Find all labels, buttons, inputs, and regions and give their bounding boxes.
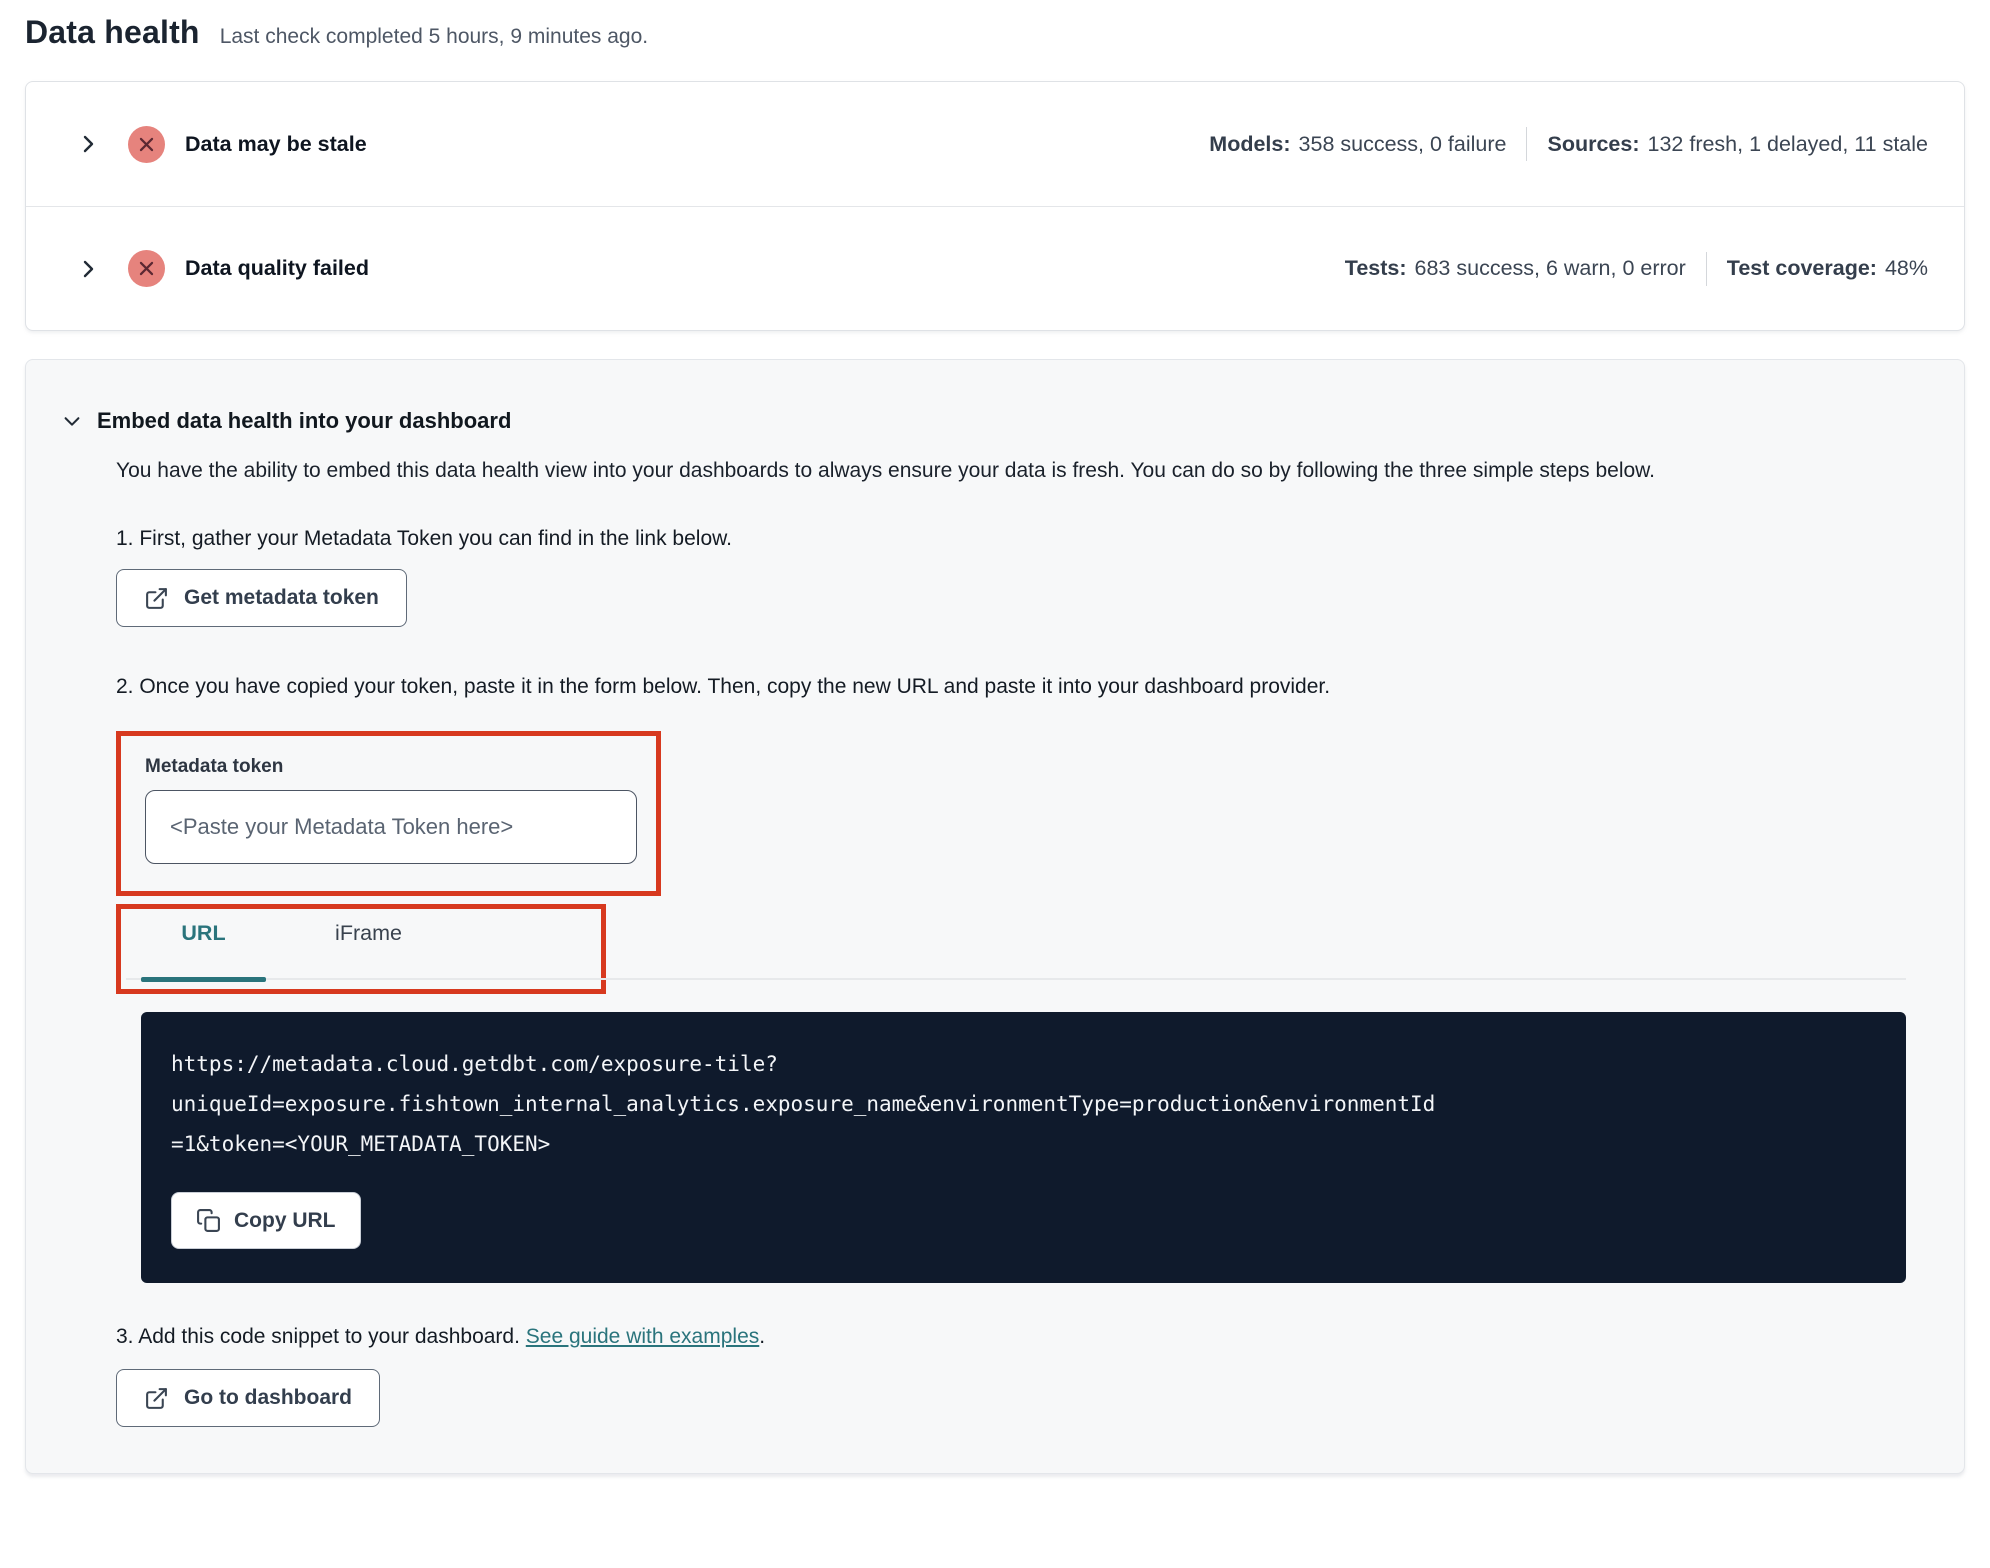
stat-value: 132 fresh, 1 delayed, 11 stale bbox=[1647, 131, 1929, 156]
go-to-dashboard-button[interactable]: Go to dashboard bbox=[116, 1369, 380, 1427]
status-card: Data may be stale Models: 358 success, 0 … bbox=[25, 81, 1965, 331]
stat-label: Test coverage: bbox=[1726, 256, 1877, 280]
status-row-stats: Models: 358 success, 0 failure Sources: 13… bbox=[1209, 127, 1928, 161]
error-x-icon bbox=[128, 250, 165, 287]
embed-url-line: =1&token=<YOUR_METADATA_TOKEN> bbox=[171, 1132, 551, 1156]
chevron-down-icon[interactable] bbox=[61, 410, 83, 432]
embed-url-text: https://metadata.cloud.getdbt.com/exposu… bbox=[171, 1044, 1876, 1164]
stat-label: Models: bbox=[1209, 131, 1291, 156]
error-x-icon bbox=[128, 125, 165, 163]
embed-section: Embed data health into your dashboard Yo… bbox=[25, 359, 1965, 1474]
test-coverage-stat: Test coverage: 48% bbox=[1727, 256, 1928, 281]
status-row-stale[interactable]: Data may be stale Models: 358 success, 0 … bbox=[26, 82, 1964, 206]
embed-url-code-block: https://metadata.cloud.getdbt.com/exposu… bbox=[141, 1012, 1906, 1283]
stat-value: 48% bbox=[1884, 256, 1928, 280]
external-link-icon bbox=[146, 1387, 167, 1409]
get-metadata-token-label: Get metadata token bbox=[184, 586, 379, 609]
step-3-suffix: . bbox=[759, 1325, 766, 1348]
embed-section-header[interactable]: Embed data health into your dashboard bbox=[61, 408, 1924, 434]
embed-url-line: https://metadata.cloud.getdbt.com/exposu… bbox=[171, 1052, 778, 1076]
active-tab-underline bbox=[141, 977, 266, 982]
external-link-icon bbox=[146, 587, 167, 609]
page-title: Data health bbox=[25, 14, 200, 50]
status-row-title: Data may be stale bbox=[185, 131, 367, 156]
stats-divider bbox=[1705, 251, 1707, 286]
embed-section-title: Embed data health into your dashboard bbox=[97, 408, 512, 433]
output-tabs: URL iFrame bbox=[116, 904, 1906, 994]
step-3-prefix: 3. Add this code snippet to your dashboa… bbox=[116, 1325, 526, 1348]
step-3-text: 3. Add this code snippet to your dashboa… bbox=[116, 1325, 1924, 1349]
copy-icon bbox=[197, 1209, 220, 1232]
status-row-quality[interactable]: Data quality failed Tests: 683 success, 6… bbox=[26, 206, 1964, 330]
chevron-right-icon[interactable] bbox=[76, 257, 100, 281]
step-2-text: 2. Once you have copied your token, past… bbox=[116, 675, 1331, 698]
guide-link[interactable]: See guide with examples bbox=[526, 1325, 759, 1348]
step-1-text: 1. First, gather your Metadata Token you… bbox=[116, 527, 732, 550]
tab-iframe[interactable]: iFrame bbox=[306, 921, 431, 946]
stat-label: Tests: bbox=[1344, 256, 1407, 280]
status-row-title: Data quality failed bbox=[185, 256, 369, 280]
embed-section-body: You have the ability to embed this data … bbox=[116, 450, 1924, 1427]
stat-value: 683 success, 6 warn, 0 error bbox=[1414, 256, 1686, 280]
data-health-page: Data health Last check completed 5 hours… bbox=[0, 0, 1990, 1474]
page-header: Data health Last check completed 5 hours… bbox=[25, 14, 1965, 51]
copy-url-label: Copy URL bbox=[234, 1208, 336, 1232]
chevron-right-icon[interactable] bbox=[76, 132, 100, 156]
sources-stat: Sources: 132 fresh, 1 delayed, 11 stale bbox=[1547, 132, 1928, 157]
tabs-divider-line bbox=[126, 978, 1906, 980]
stat-label: Sources: bbox=[1547, 131, 1640, 156]
tab-url[interactable]: URL bbox=[141, 921, 266, 946]
tests-stat: Tests: 683 success, 6 warn, 0 error bbox=[1345, 256, 1686, 281]
metadata-token-input[interactable] bbox=[145, 790, 637, 864]
models-stat: Models: 358 success, 0 failure bbox=[1209, 132, 1506, 157]
go-to-dashboard-label: Go to dashboard bbox=[184, 1386, 352, 1409]
annotation-box-token: Metadata token bbox=[116, 731, 661, 896]
last-check-status: Last check completed 5 hours, 9 minutes … bbox=[219, 25, 649, 48]
embed-description: You have the ability to embed this data … bbox=[116, 459, 1655, 482]
status-row-stats: Tests: 683 success, 6 warn, 0 error Test … bbox=[1345, 251, 1928, 286]
get-metadata-token-button[interactable]: Get metadata token bbox=[116, 569, 407, 627]
embed-url-line: uniqueId=exposure.fishtown_internal_anal… bbox=[171, 1092, 1436, 1116]
stat-value: 358 success, 0 failure bbox=[1298, 131, 1507, 156]
copy-url-button[interactable]: Copy URL bbox=[171, 1192, 361, 1249]
stats-divider bbox=[1526, 127, 1528, 161]
metadata-token-label: Metadata token bbox=[145, 756, 284, 777]
